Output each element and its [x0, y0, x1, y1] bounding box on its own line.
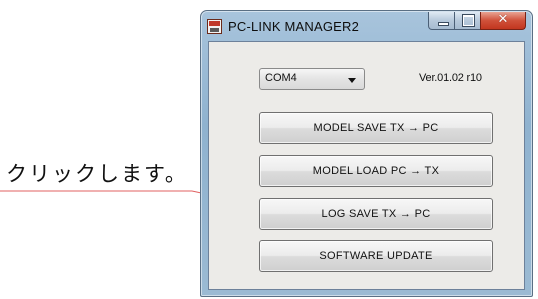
app-icon	[207, 19, 222, 34]
app-window: PC-LINK MANAGER2 ✕ COM4 Ver.01.02 r10 MO…	[200, 10, 533, 297]
client-area: COM4 Ver.01.02 r10 MODEL SAVE TX → PC MO…	[208, 41, 525, 290]
callout-text: クリックします。	[6, 162, 188, 186]
version-label: Ver.01.02 r10	[419, 72, 482, 84]
com-port-dropdown[interactable]: COM4	[259, 68, 365, 90]
close-icon: ✕	[497, 12, 509, 27]
close-button[interactable]: ✕	[480, 12, 526, 30]
com-port-value: COM4	[265, 72, 297, 84]
minimize-button[interactable]	[428, 12, 455, 30]
software-update-button[interactable]: SOFTWARE UPDATE	[259, 240, 493, 272]
log-save-button[interactable]: LOG SAVE TX → PC	[259, 198, 493, 230]
window-title: PC-LINK MANAGER2	[228, 19, 360, 34]
chevron-down-icon	[348, 78, 356, 83]
model-save-button[interactable]: MODEL SAVE TX → PC	[259, 112, 493, 144]
model-load-button[interactable]: MODEL LOAD PC → TX	[259, 155, 493, 187]
minimize-icon	[438, 22, 449, 26]
maximize-button[interactable]	[454, 12, 481, 30]
maximize-icon	[462, 14, 475, 27]
